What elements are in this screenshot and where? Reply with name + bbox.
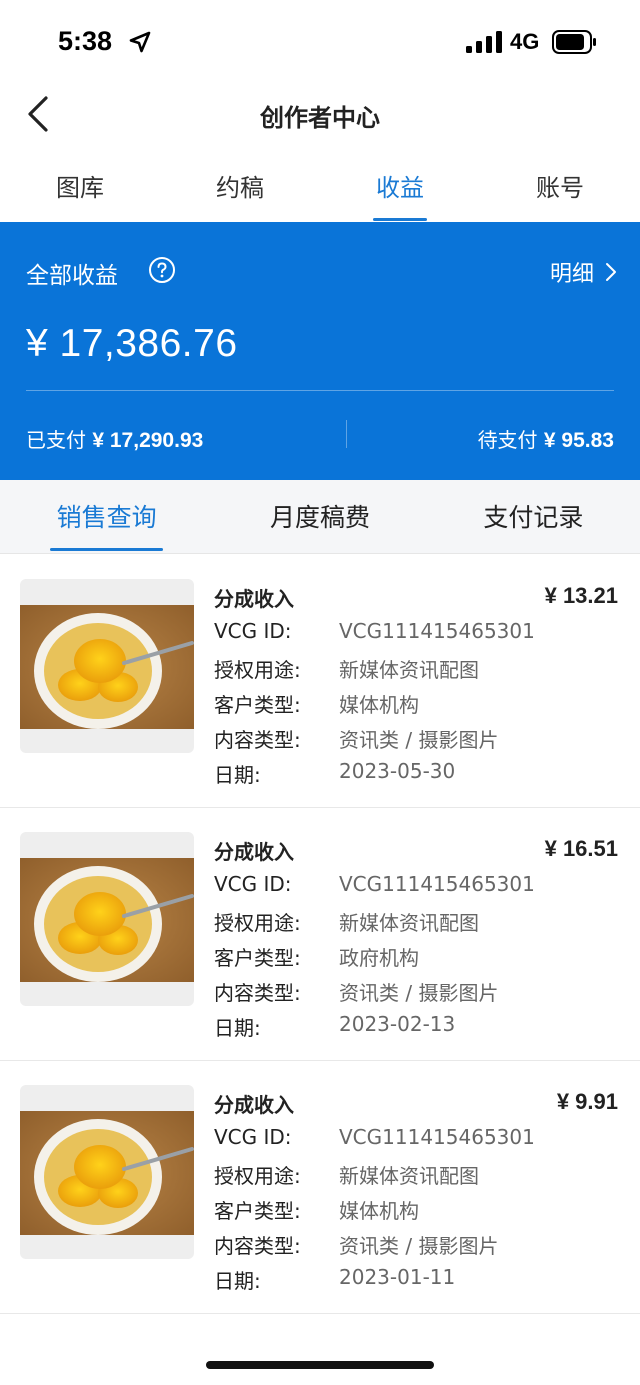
field-label-vcg-id: VCG ID: xyxy=(214,872,292,896)
record-type: 分成收入 xyxy=(214,587,294,611)
pending-amount: ¥ 95.83 xyxy=(543,429,614,452)
detail-link[interactable]: 明细 xyxy=(550,256,618,288)
record-content-type: 资讯类 / 摄影图片 xyxy=(339,728,499,752)
tab-monthly-fees[interactable]: 月度稿费 xyxy=(213,480,426,553)
photo-thumbnail xyxy=(20,858,194,982)
sales-record[interactable]: 分成收入 ¥ 9.91 VCG ID: VCG111415465301 授权用途… xyxy=(0,1061,640,1314)
record-date: 2023-02-13 xyxy=(339,1012,456,1036)
divider xyxy=(26,390,614,391)
photo-thumbnail xyxy=(20,605,194,729)
sales-record[interactable]: 分成收入 ¥ 16.51 VCG ID: VCG111415465301 授权用… xyxy=(0,808,640,1061)
field-label-usage: 授权用途: xyxy=(214,911,301,935)
field-label-content-type: 内容类型: xyxy=(214,1234,301,1258)
record-type: 分成收入 xyxy=(214,840,294,864)
chevron-right-icon xyxy=(606,263,616,281)
field-label-date: 日期: xyxy=(214,1269,261,1293)
field-label-content-type: 内容类型: xyxy=(214,728,301,752)
battery-icon xyxy=(552,30,596,54)
status-time: 5:38 xyxy=(58,26,113,56)
sales-record-list: 分成收入 ¥ 13.21 VCG ID: VCG111415465301 授权用… xyxy=(0,555,640,1314)
signal-icon xyxy=(466,31,502,53)
record-client-type: 媒体机构 xyxy=(339,693,419,717)
record-usage: 新媒体资讯配图 xyxy=(339,1164,479,1188)
pending-summary: 待支付 ¥ 95.83 xyxy=(478,424,614,453)
field-label-vcg-id: VCG ID: xyxy=(214,1125,292,1149)
record-thumbnail[interactable] xyxy=(20,579,194,753)
tab-earnings[interactable]: 收益 xyxy=(320,150,480,222)
record-content-type: 资讯类 / 摄影图片 xyxy=(339,981,499,1005)
record-usage: 新媒体资讯配图 xyxy=(339,911,479,935)
tab-commission[interactable]: 约稿 xyxy=(160,150,320,222)
status-bar: 5:38 4G xyxy=(0,0,640,86)
paid-amount: ¥ 17,290.93 xyxy=(92,429,204,452)
home-indicator[interactable] xyxy=(206,1361,434,1369)
pending-label: 待支付 xyxy=(477,428,538,452)
field-label-content-type: 内容类型: xyxy=(214,981,301,1005)
earnings-label: 全部收益 xyxy=(26,263,118,289)
record-amount: ¥ 16.51 xyxy=(544,836,618,861)
field-label-usage: 授权用途: xyxy=(214,1164,301,1188)
record-thumbnail[interactable] xyxy=(20,1085,194,1259)
sales-record[interactable]: 分成收入 ¥ 13.21 VCG ID: VCG111415465301 授权用… xyxy=(0,555,640,808)
record-client-type: 媒体机构 xyxy=(339,1199,419,1223)
tab-sales-query[interactable]: 销售查询 xyxy=(0,480,213,553)
record-vcg-id: VCG111415465301 xyxy=(339,1125,535,1149)
paid-label: 已支付 xyxy=(26,428,86,452)
tab-payment-records[interactable]: 支付记录 xyxy=(427,480,640,553)
record-vcg-id: VCG111415465301 xyxy=(339,872,535,896)
field-label-client-type: 客户类型: xyxy=(214,1199,301,1223)
record-date: 2023-05-30 xyxy=(339,759,456,783)
top-tab-bar: 图库 约稿 收益 账号 xyxy=(0,150,640,222)
record-client-type: 政府机构 xyxy=(339,946,419,970)
field-label-date: 日期: xyxy=(214,1016,261,1040)
vertical-divider xyxy=(346,420,347,448)
record-vcg-id: VCG111415465301 xyxy=(339,619,535,643)
field-label-vcg-id: VCG ID: xyxy=(214,619,292,643)
record-amount: ¥ 9.91 xyxy=(556,1089,618,1114)
field-label-usage: 授权用途: xyxy=(214,658,301,682)
paid-summary: 已支付 ¥ 17,290.93 xyxy=(26,424,203,453)
earnings-summary-panel: 全部收益 明细 ¥ 17,386.76 已支付 ¥ 17,290.93 待支付 … xyxy=(0,222,640,480)
record-usage: 新媒体资讯配图 xyxy=(339,658,479,682)
record-type: 分成收入 xyxy=(214,1093,294,1117)
photo-thumbnail xyxy=(20,1111,194,1235)
sub-tab-bar: 销售查询 月度稿费 支付记录 xyxy=(0,480,640,554)
record-thumbnail[interactable] xyxy=(20,832,194,1006)
field-label-date: 日期: xyxy=(214,763,261,787)
page-title: 创作者中心 xyxy=(260,104,380,132)
field-label-client-type: 客户类型: xyxy=(214,693,301,717)
tab-account[interactable]: 账号 xyxy=(480,150,640,222)
record-amount: ¥ 13.21 xyxy=(544,583,618,608)
field-label-client-type: 客户类型: xyxy=(214,946,301,970)
tab-gallery[interactable]: 图库 xyxy=(0,150,160,222)
help-circle-icon[interactable] xyxy=(148,256,176,284)
record-date: 2023-01-11 xyxy=(339,1265,456,1289)
total-earnings-amount: ¥ 17,386.76 xyxy=(26,322,238,365)
location-arrow-icon xyxy=(129,31,151,53)
detail-link-label: 明细 xyxy=(549,262,594,287)
nav-bar: 创作者中心 xyxy=(0,86,640,142)
network-label: 4G xyxy=(510,29,540,54)
record-content-type: 资讯类 / 摄影图片 xyxy=(339,1234,499,1258)
